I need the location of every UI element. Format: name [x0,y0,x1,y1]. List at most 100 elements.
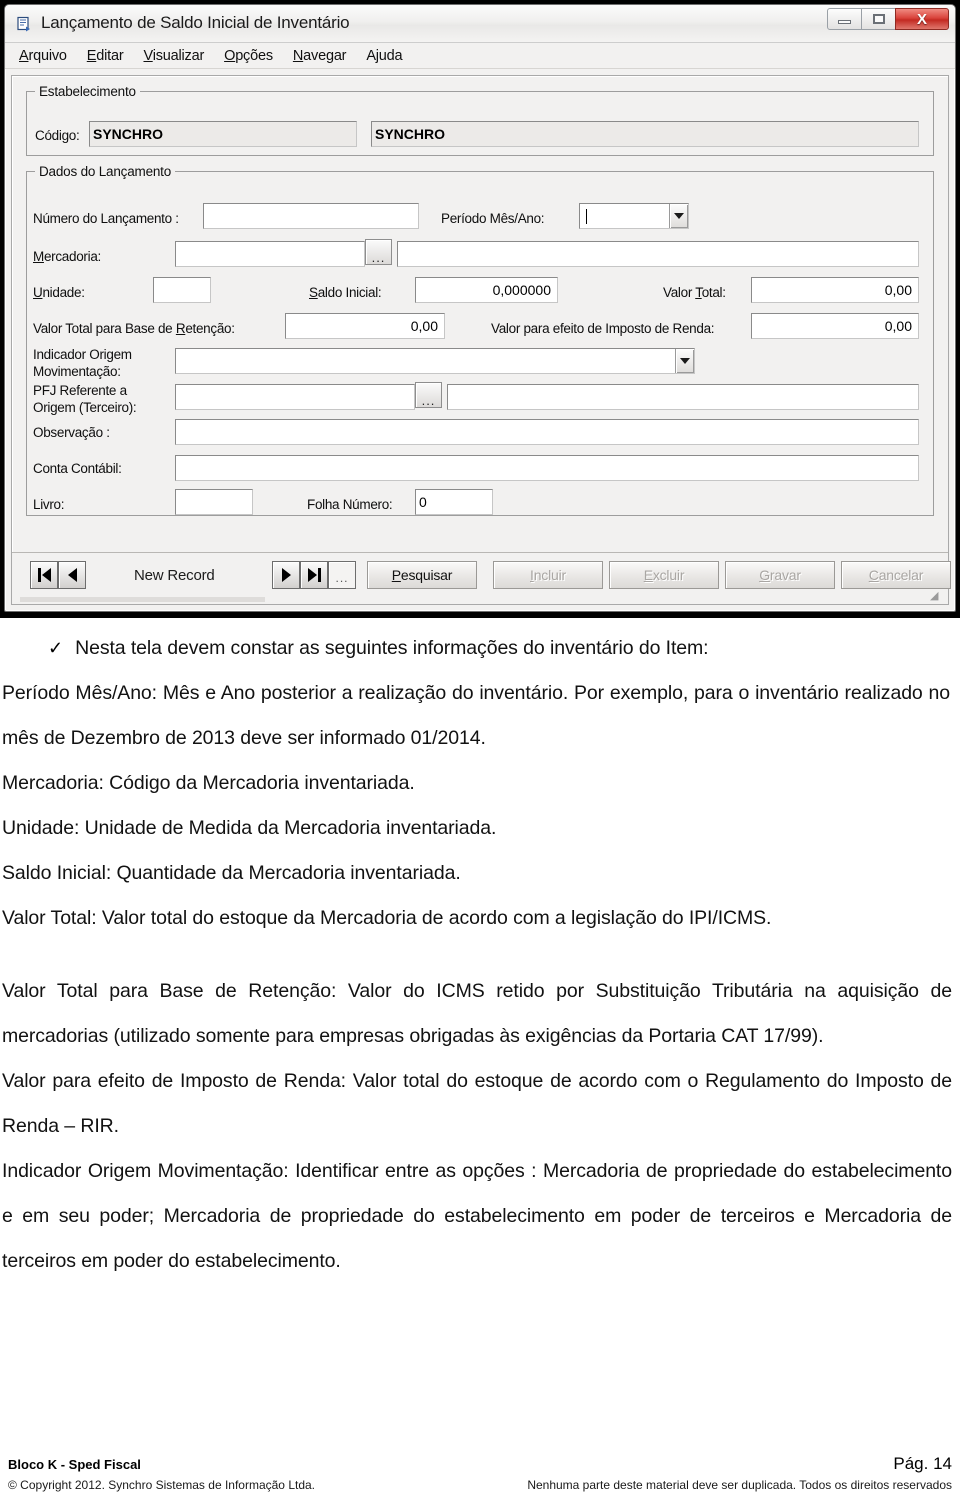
menu-item-navegar[interactable]: Navegar [293,48,347,64]
excluir-button[interactable]: Excluir [609,561,719,589]
estabelecimento-nome-field[interactable]: SYNCHRO [371,121,919,147]
mercadoria-input[interactable] [175,241,365,267]
footer-bottom-row: © Copyright 2012. Synchro Sistemas de In… [8,1478,952,1492]
periodo-label: Período Mês/Ano: [441,211,545,226]
imposto-renda-label: Valor para efeito de Imposto de Renda: [491,321,715,336]
bullet-item: ✓ Nesta tela devem constar as seguintes … [0,626,960,671]
menu-item-visualizar[interactable]: Visualizar [143,48,204,64]
indicador-origem-label-line1: Indicador Origem [33,347,132,362]
periodo-combobox[interactable] [579,203,689,229]
pfj-label-line1: PFJ Referente a [33,383,127,398]
page-footer: Bloco K - Sped Fiscal Pág. 14 © Copyrigh… [0,1454,960,1492]
paragraph-mercadoria: Mercadoria: Código da Mercadoria inventa… [2,772,415,794]
minimize-icon [838,20,851,24]
menubar: Arquivo Editar Visualizar Opções Navegar… [5,43,955,69]
footer-rights-notice: Nenhuma parte deste material deve ser du… [527,1478,952,1492]
application-screenshot: Lançamento de Saldo Inicial de Inventári… [0,0,960,618]
codigo-label: Código: [35,128,80,143]
codigo-field[interactable]: SYNCHRO [89,121,357,147]
menu-item-opcoes[interactable]: Opções [224,48,273,64]
chevron-down-icon[interactable] [675,349,694,373]
folha-numero-input[interactable]: 0 [415,489,493,515]
record-status-label: New Record [134,567,215,584]
application-window: Lançamento de Saldo Inicial de Inventári… [4,4,956,612]
app-document-icon [17,16,30,32]
paragraph-saldo-inicial: Saldo Inicial: Quantidade da Mercadoria … [2,862,461,884]
folha-numero-label: Folha Número: [307,497,393,512]
indicador-origem-label-line2: Movimentação: [33,364,121,379]
observacao-input[interactable] [175,419,919,445]
paragraph-imposto-renda: Valor para efeito de Imposto de Renda: V… [2,1070,952,1137]
footer-page-number: Pág. 14 [893,1454,952,1473]
valor-total-label: Valor Total: [663,285,726,300]
base-retencao-label: Valor Total para Base de Retenção: [33,321,235,336]
minimize-button[interactable] [827,8,862,30]
first-record-icon [37,568,41,582]
unidade-input[interactable] [153,277,211,303]
periodo-value [580,204,669,228]
status-bar-strip [20,597,265,602]
paragraph-periodo: Período Mês/Ano: Mês e Ano posterior a r… [2,682,950,749]
paragraph-valor-total: Valor Total: Valor total do estoque da M… [2,907,772,929]
window-titlebar: Lançamento de Saldo Inicial de Inventári… [5,5,955,43]
pesquisar-button[interactable]: Pesquisar [367,561,477,589]
menu-item-ajuda[interactable]: Ajuda [366,48,402,64]
page-root: Lançamento de Saldo Inicial de Inventári… [0,0,960,1500]
indicador-origem-value [176,349,675,373]
saldo-inicial-input[interactable]: 0,000000 [415,277,558,303]
group-estabelecimento: Estabelecimento Código: SYNCHRO SYNCHRO [26,84,934,156]
numero-lancamento-input[interactable] [203,203,419,229]
next-record-button[interactable] [272,561,300,589]
paragraph-base-retencao: Valor Total para Base de Retenção: Valor… [2,980,952,1002]
imposto-renda-input[interactable]: 0,00 [751,313,919,339]
livro-input[interactable] [175,489,253,515]
pfj-label-line2: Origem (Terceiro): [33,400,137,415]
more-options-button[interactable]: ... [328,561,356,589]
group-estabelecimento-legend: Estabelecimento [39,84,136,99]
footer-copyright: © Copyright 2012. Synchro Sistemas de In… [8,1478,316,1492]
first-record-button[interactable] [30,561,58,589]
footer-top-row: Bloco K - Sped Fiscal Pág. 14 [8,1454,952,1474]
window-controls: X [827,8,949,30]
base-retencao-input[interactable]: 0,00 [285,313,445,339]
bullet-text: Nesta tela devem constar as seguintes in… [75,637,709,659]
resize-grip-icon[interactable]: ◢ [930,589,942,602]
cancelar-button[interactable]: Cancelar [841,561,951,589]
mercadoria-label: Mercadoria: [33,249,101,264]
menu-item-editar[interactable]: Editar [87,48,124,64]
mercadoria-lookup-button[interactable]: ... [365,239,392,265]
footer-document-title: Bloco K - Sped Fiscal [8,1457,141,1472]
chevron-down-icon[interactable] [669,204,688,228]
last-record-button[interactable] [300,561,328,589]
record-toolbar: New Record ... Pesquisar Incluir Excluir… [12,552,951,604]
last-record-icon [307,568,317,582]
paragraph-indicador-origem: Indicador Origem Movimentação: Identific… [2,1160,952,1272]
mercadoria-descricao-field[interactable] [397,241,919,267]
close-button[interactable]: X [895,8,949,30]
conta-contabil-input[interactable] [175,455,919,481]
pfj-descricao-field[interactable] [447,384,919,410]
next-record-icon [281,568,291,582]
paragraph-unidade: Unidade: Unidade de Medida da Mercadoria… [2,817,497,839]
pfj-input[interactable] [175,384,415,410]
numero-lancamento-label: Número do Lançamento : [33,211,179,226]
pfj-lookup-button[interactable]: ... [415,382,442,408]
valor-total-input[interactable]: 0,00 [751,277,919,303]
incluir-button[interactable]: Incluir [493,561,603,589]
conta-contabil-label: Conta Contábil: [33,461,122,476]
menu-item-arquivo[interactable]: Arquivo [19,48,67,64]
group-dados-legend: Dados do Lançamento [39,164,172,179]
check-icon: ✓ [48,638,64,658]
maximize-icon [872,14,885,24]
paragraph-portaria: mercadorias (utilizado somente para empr… [2,1025,824,1047]
gravar-button[interactable]: Gravar [725,561,835,589]
window-title: Lançamento de Saldo Inicial de Inventári… [41,13,350,32]
form-client-area: Estabelecimento Código: SYNCHRO SYNCHRO … [11,75,951,605]
previous-record-icon [67,568,77,582]
previous-record-button[interactable] [58,561,86,589]
group-dados-lancamento: Dados do Lançamento Número do Lançamento… [26,164,934,516]
indicador-origem-combobox[interactable] [175,348,695,374]
maximize-button[interactable] [861,8,896,30]
unidade-label: Unidade: [33,285,85,300]
document-body: ✓ Nesta tela devem constar as seguintes … [0,626,960,1284]
